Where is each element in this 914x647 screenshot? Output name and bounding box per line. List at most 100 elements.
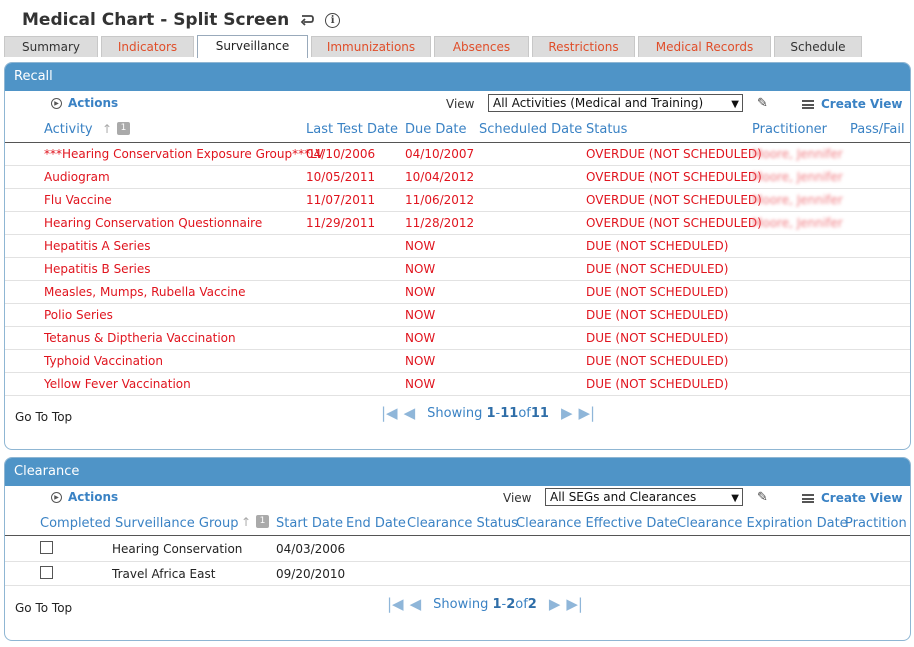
cell-status: DUE (NOT SCHEDULED) — [586, 377, 729, 391]
col-practitioner[interactable]: Practitioner — [845, 516, 907, 531]
col-due-date[interactable]: Due Date — [405, 122, 466, 137]
col-pass-fail[interactable]: Pass/Fail — [850, 122, 905, 137]
header-divider — [5, 535, 910, 536]
prev-page-icon[interactable]: ◀ — [404, 404, 416, 422]
cell-practitioner: Moore, Jennifer — [752, 193, 843, 207]
cell-activity[interactable]: ***Hearing Conservation Exposure Group**… — [44, 147, 324, 161]
recall-create-view-button[interactable]: Create View — [802, 97, 902, 111]
table-row[interactable]: Polio Series NOW DUE (NOT SCHEDULED) — [5, 304, 910, 327]
next-page-icon[interactable]: ▶ — [549, 595, 561, 613]
recall-panel: Recall ▶ Actions View All Activities (Me… — [4, 62, 911, 450]
list-settings-icon — [802, 493, 814, 503]
tab-surveillance[interactable]: Surveillance — [197, 35, 308, 58]
pager-total: 2 — [527, 596, 537, 612]
recall-panel-title: Recall — [5, 63, 910, 91]
tab-medical-records[interactable]: Medical Records — [638, 36, 771, 57]
table-row[interactable]: Hearing Conservation Questionnaire 11/29… — [5, 212, 910, 235]
clearance-view-select[interactable]: All SEGs and Clearances ▼ — [545, 488, 743, 506]
clearance-actions-button[interactable]: ▶ Actions — [51, 490, 118, 504]
col-activity[interactable]: Activity — [44, 122, 93, 137]
cell-surveillance-group[interactable]: Hearing Conservation — [112, 542, 242, 556]
recall-go-to-top-link[interactable]: Go To Top — [15, 410, 72, 424]
tool-icon[interactable]: ✎ — [757, 490, 768, 505]
cell-due-date: NOW — [405, 285, 436, 299]
recall-view-select[interactable]: All Activities (Medical and Training) ▼ — [488, 94, 743, 112]
table-row[interactable]: Travel Africa East 09/20/2010 — [5, 562, 910, 586]
pager-of: of — [515, 596, 528, 612]
tab-restrictions[interactable]: Restrictions — [532, 36, 635, 57]
clearance-panel-title: Clearance — [5, 458, 910, 486]
col-completed-surveillance-group[interactable]: Completed Surveillance Group — [40, 516, 238, 531]
cell-surveillance-group[interactable]: Travel Africa East — [112, 567, 215, 581]
col-clearance-effective-date[interactable]: Clearance Effective Date — [516, 516, 677, 531]
clearance-create-view-button[interactable]: Create View — [802, 491, 902, 505]
sort-up-icon[interactable]: ↑ — [102, 122, 112, 136]
col-end-date[interactable]: End Date — [346, 516, 406, 531]
first-page-icon[interactable]: |◀ — [381, 404, 398, 422]
tab-schedule[interactable]: Schedule — [774, 36, 862, 57]
recall-actions-button[interactable]: ▶ Actions — [51, 96, 118, 110]
table-row[interactable]: Hearing Conservation 04/03/2006 — [5, 537, 910, 562]
col-last-test-date[interactable]: Last Test Date — [306, 122, 398, 137]
sort-up-icon[interactable]: ↑ — [241, 515, 251, 529]
col-scheduled-date[interactable]: Scheduled Date — [479, 122, 582, 137]
info-icon[interactable]: i — [325, 12, 341, 28]
row-checkbox[interactable] — [40, 541, 53, 554]
tab-indicators[interactable]: Indicators — [101, 36, 194, 57]
col-start-date[interactable]: Start Date — [276, 516, 343, 531]
tab-summary[interactable]: Summary — [4, 36, 98, 57]
pager-to: 2 — [506, 596, 516, 612]
table-row[interactable]: Hepatitis A Series NOW DUE (NOT SCHEDULE… — [5, 235, 910, 258]
table-row[interactable]: Typhoid Vaccination NOW DUE (NOT SCHEDUL… — [5, 350, 910, 373]
first-page-icon[interactable]: |◀ — [387, 595, 404, 613]
table-row[interactable]: Audiogram 10/05/2011 10/04/2012 OVERDUE … — [5, 166, 910, 189]
row-checkbox[interactable] — [40, 566, 53, 579]
tool-icon[interactable]: ✎ — [757, 96, 768, 111]
cell-due-date: NOW — [405, 331, 436, 345]
cell-activity[interactable]: Tetanus & Diptheria Vaccination — [44, 331, 236, 345]
cell-status: OVERDUE (NOT SCHEDULED) — [586, 147, 762, 161]
recall-view-label: View — [446, 97, 475, 111]
cell-activity[interactable]: Hepatitis A Series — [44, 239, 150, 253]
clearance-panel: Clearance ▶ Actions View All SEGs and Cl… — [4, 457, 911, 641]
table-row[interactable]: Hepatitis B Series NOW DUE (NOT SCHEDULE… — [5, 258, 910, 281]
last-page-icon[interactable]: ▶| — [566, 595, 583, 613]
col-clearance-status[interactable]: Clearance Status — [407, 516, 518, 531]
cell-due-date: 10/04/2012 — [405, 170, 475, 184]
page-header: Medical Chart - Split Screen i — [22, 8, 341, 32]
cell-last-test-date: 04/10/2006 — [306, 147, 376, 161]
cell-activity[interactable]: Hearing Conservation Questionnaire — [44, 216, 262, 230]
cell-status: OVERDUE (NOT SCHEDULED) — [586, 216, 762, 230]
cell-status: DUE (NOT SCHEDULED) — [586, 308, 729, 322]
cell-due-date: 11/28/2012 — [405, 216, 475, 230]
sort-order-badge: 1 — [117, 122, 130, 135]
tab-absences[interactable]: Absences — [434, 36, 529, 57]
cell-status: DUE (NOT SCHEDULED) — [586, 262, 729, 276]
prev-page-icon[interactable]: ◀ — [410, 595, 422, 613]
cell-activity[interactable]: Polio Series — [44, 308, 113, 322]
table-row[interactable]: Yellow Fever Vaccination NOW DUE (NOT SC… — [5, 373, 910, 396]
pager-of: of — [518, 405, 531, 421]
col-status[interactable]: Status — [586, 122, 627, 137]
next-page-icon[interactable]: ▶ — [561, 404, 573, 422]
cell-due-date: 11/06/2012 — [405, 193, 475, 207]
col-clearance-expiration-date[interactable]: Clearance Expiration Date — [677, 516, 848, 531]
col-practitioner[interactable]: Practitioner — [752, 122, 827, 137]
cell-activity[interactable]: Flu Vaccine — [44, 193, 112, 207]
table-row[interactable]: ***Hearing Conservation Exposure Group**… — [5, 143, 910, 166]
last-page-icon[interactable]: ▶| — [578, 404, 595, 422]
clearance-go-to-top-link[interactable]: Go To Top — [15, 601, 72, 615]
cell-last-test-date: 11/29/2011 — [306, 216, 376, 230]
cell-activity[interactable]: Audiogram — [44, 170, 110, 184]
cell-practitioner: Moore, Jennifer — [752, 147, 843, 161]
cell-activity[interactable]: Measles, Mumps, Rubella Vaccine — [44, 285, 245, 299]
cell-activity[interactable]: Hepatitis B Series — [44, 262, 150, 276]
cell-start-date: 09/20/2010 — [276, 567, 346, 581]
cell-activity[interactable]: Typhoid Vaccination — [44, 354, 163, 368]
back-arrow-icon[interactable] — [299, 12, 315, 28]
table-row[interactable]: Flu Vaccine 11/07/2011 11/06/2012 OVERDU… — [5, 189, 910, 212]
cell-activity[interactable]: Yellow Fever Vaccination — [44, 377, 191, 391]
tab-immunizations[interactable]: Immunizations — [311, 36, 431, 57]
table-row[interactable]: Measles, Mumps, Rubella Vaccine NOW DUE … — [5, 281, 910, 304]
table-row[interactable]: Tetanus & Diptheria Vaccination NOW DUE … — [5, 327, 910, 350]
